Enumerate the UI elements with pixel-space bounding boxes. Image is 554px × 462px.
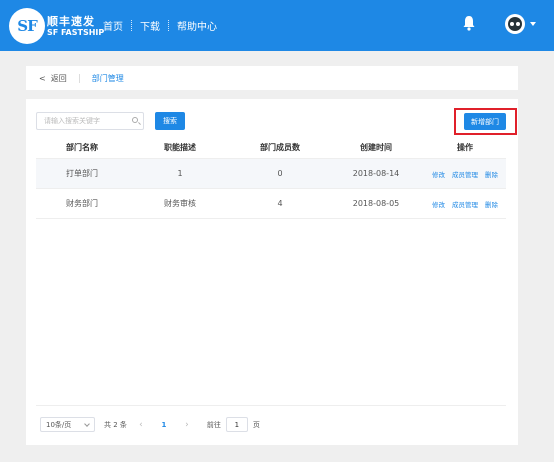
goto-label: 前往 (206, 420, 221, 429)
cell-name: 打单部门 (66, 169, 98, 178)
cell-created: 2018-08-14 (352, 169, 400, 178)
table-row: 财务部门 财务审核 4 2018-08-05 修改 成员管理 删除 (36, 189, 506, 219)
caret-down-icon[interactable] (530, 22, 536, 26)
edit-link[interactable]: 修改 (432, 169, 445, 179)
pagination-divider (36, 405, 506, 406)
table-header: 部门名称 职能描述 部门成员数 创建时间 操作 (36, 136, 506, 159)
page-number[interactable]: 1 (157, 421, 171, 429)
goto-page-input[interactable] (225, 417, 248, 432)
header-created: 创建时间 (360, 142, 392, 152)
goto-suffix: 页 (252, 420, 260, 429)
cell-members: 0 (277, 169, 283, 178)
delete-link[interactable]: 删除 (485, 169, 498, 179)
edit-link[interactable]: 修改 (432, 199, 445, 209)
back-label: 返回 (50, 73, 67, 83)
search-button[interactable]: 搜索 (155, 112, 185, 130)
cell-desc: 1 (177, 169, 183, 178)
cell-members: 4 (277, 199, 283, 208)
logo[interactable]: SF (9, 8, 45, 44)
bell-icon[interactable] (462, 15, 476, 31)
avatar-face-icon (508, 17, 522, 31)
logo-text: SF (17, 17, 38, 35)
search-input[interactable] (36, 112, 144, 130)
header-desc: 职能描述 (164, 142, 196, 152)
cell-actions: 修改 成员管理 删除 (424, 199, 506, 209)
cell-name: 财务部门 (66, 199, 98, 208)
nav-home[interactable]: 首页 (103, 18, 123, 33)
table-row: 打单部门 1 0 2018-08-14 修改 成员管理 删除 (36, 159, 506, 189)
header-actions: 操作 (457, 142, 473, 152)
nav-download[interactable]: 下载 (140, 18, 160, 33)
brand-name: 顺丰速发 (47, 15, 95, 28)
cell-desc: 财务审核 (164, 199, 196, 208)
department-panel: 搜索 新增部门 部门名称 职能描述 部门成员数 创建时间 操作 打单部门 1 0… (26, 99, 518, 445)
header-name: 部门名称 (66, 142, 98, 152)
header-members: 部门成员数 (260, 142, 300, 152)
delete-link[interactable]: 删除 (485, 199, 498, 209)
add-department-button[interactable]: 新增部门 (464, 113, 506, 130)
nav-help-center[interactable]: 帮助中心 (177, 18, 217, 33)
nav-divider (168, 20, 169, 31)
pagination: 10条/页 共 2 条 ‹ 1 › 前往 页 (40, 417, 260, 432)
page-size-value: 10条/页 (46, 420, 72, 429)
cell-actions: 修改 成员管理 删除 (424, 169, 506, 179)
brand-name-en: SF FASTSHIP (47, 28, 105, 37)
top-bar: SF 顺丰速发 SF FASTSHIP 首页 下载 帮助中心 (0, 0, 554, 51)
page-size-select[interactable]: 10条/页 (40, 417, 95, 432)
avatar[interactable] (505, 14, 525, 34)
main-nav: 首页 下载 帮助中心 (103, 18, 217, 33)
nav-divider (131, 20, 132, 31)
next-page-icon[interactable]: › (179, 420, 195, 430)
breadcrumb-divider (78, 73, 80, 83)
chevron-down-icon (84, 420, 90, 427)
cell-created: 2018-08-05 (352, 199, 400, 208)
member-manage-link[interactable]: 成员管理 (452, 169, 478, 179)
breadcrumb: < 返回 部门管理 (26, 66, 518, 90)
breadcrumb-current: 部门管理 (91, 73, 124, 83)
total-count: 共 2 条 (104, 420, 127, 429)
member-manage-link[interactable]: 成员管理 (452, 199, 478, 209)
department-table: 部门名称 职能描述 部门成员数 创建时间 操作 打单部门 1 0 2018-08… (36, 136, 506, 219)
search-icon[interactable] (132, 117, 138, 123)
back-link[interactable]: < 返回 (39, 73, 67, 84)
prev-page-icon[interactable]: ‹ (133, 420, 149, 430)
